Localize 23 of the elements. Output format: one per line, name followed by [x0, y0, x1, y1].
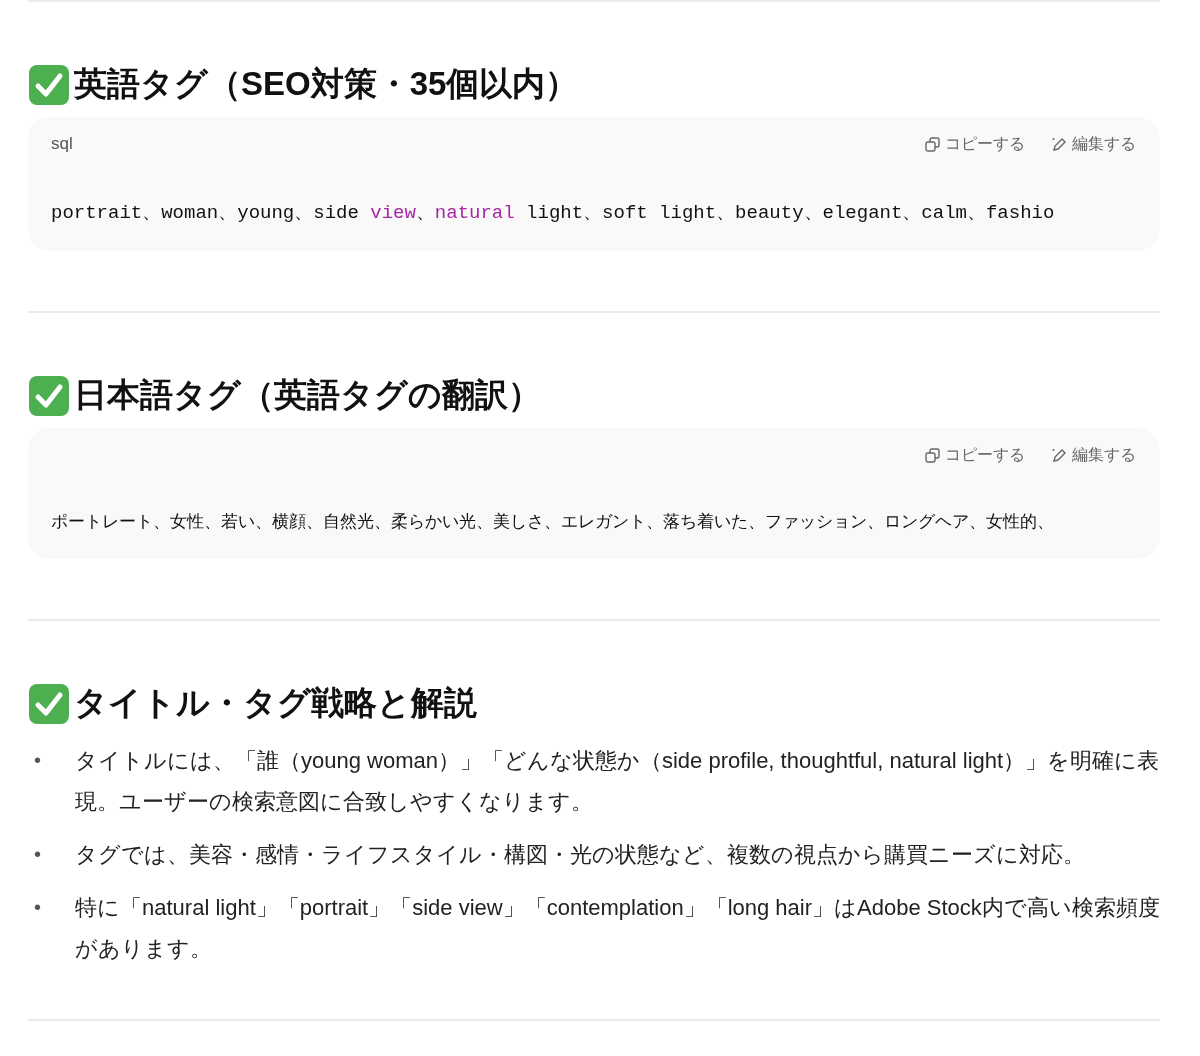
check-mark-icon: [28, 63, 70, 106]
bullet-text: タグでは、美容・感情・ライフスタイル・構図・光の状態など、複数の視点から購買ニーズに対応。: [75, 841, 1086, 869]
check-mark-icon: [28, 374, 70, 417]
pencil-icon: [1051, 447, 1067, 463]
section-heading: タイトル・タグ戦略と解説: [74, 683, 477, 723]
edit-button[interactable]: 編集する: [1051, 444, 1136, 466]
bullet-marker: •: [34, 842, 42, 867]
copy-button[interactable]: コピーする: [925, 133, 1025, 155]
bullet-marker: •: [34, 748, 42, 773]
code-line: portrait、woman、young、side view、natural light、soft light、beauty、elegant、calm、fashio: [51, 201, 1056, 225]
section-heading: 英語タグ（SEO対策・35個以内）: [74, 64, 579, 104]
check-mark-icon: [28, 682, 70, 725]
copy-button[interactable]: コピーする: [925, 444, 1025, 466]
copy-icon: [925, 136, 940, 152]
code-line: ポートレート、女性、若い、横顔、自然光、柔らかい光、美しさ、エレガント、落ち着いた、ファッション、ロングヘア、女性的、: [51, 511, 1055, 533]
copy-icon: [925, 447, 940, 463]
pencil-icon: [1051, 136, 1067, 152]
bullet-text: 特に「natural light」「portrait」「side view」「contemplation」「long hair」はAdobe Stock内で高い検索頻度があります。: [75, 894, 1160, 963]
section-heading: 日本語タグ（英語タグの翻訳）: [74, 375, 541, 415]
code-language: sql: [51, 134, 73, 154]
bullet-marker: •: [34, 895, 42, 920]
bullet-text: タイトルには、「誰（young woman）」「どんな状態か（side profile, thoughtful, natural light）」を明確に表現。ユーザーの検索意図に合致しやすくなります。: [75, 747, 1160, 816]
edit-button[interactable]: 編集する: [1051, 133, 1136, 155]
